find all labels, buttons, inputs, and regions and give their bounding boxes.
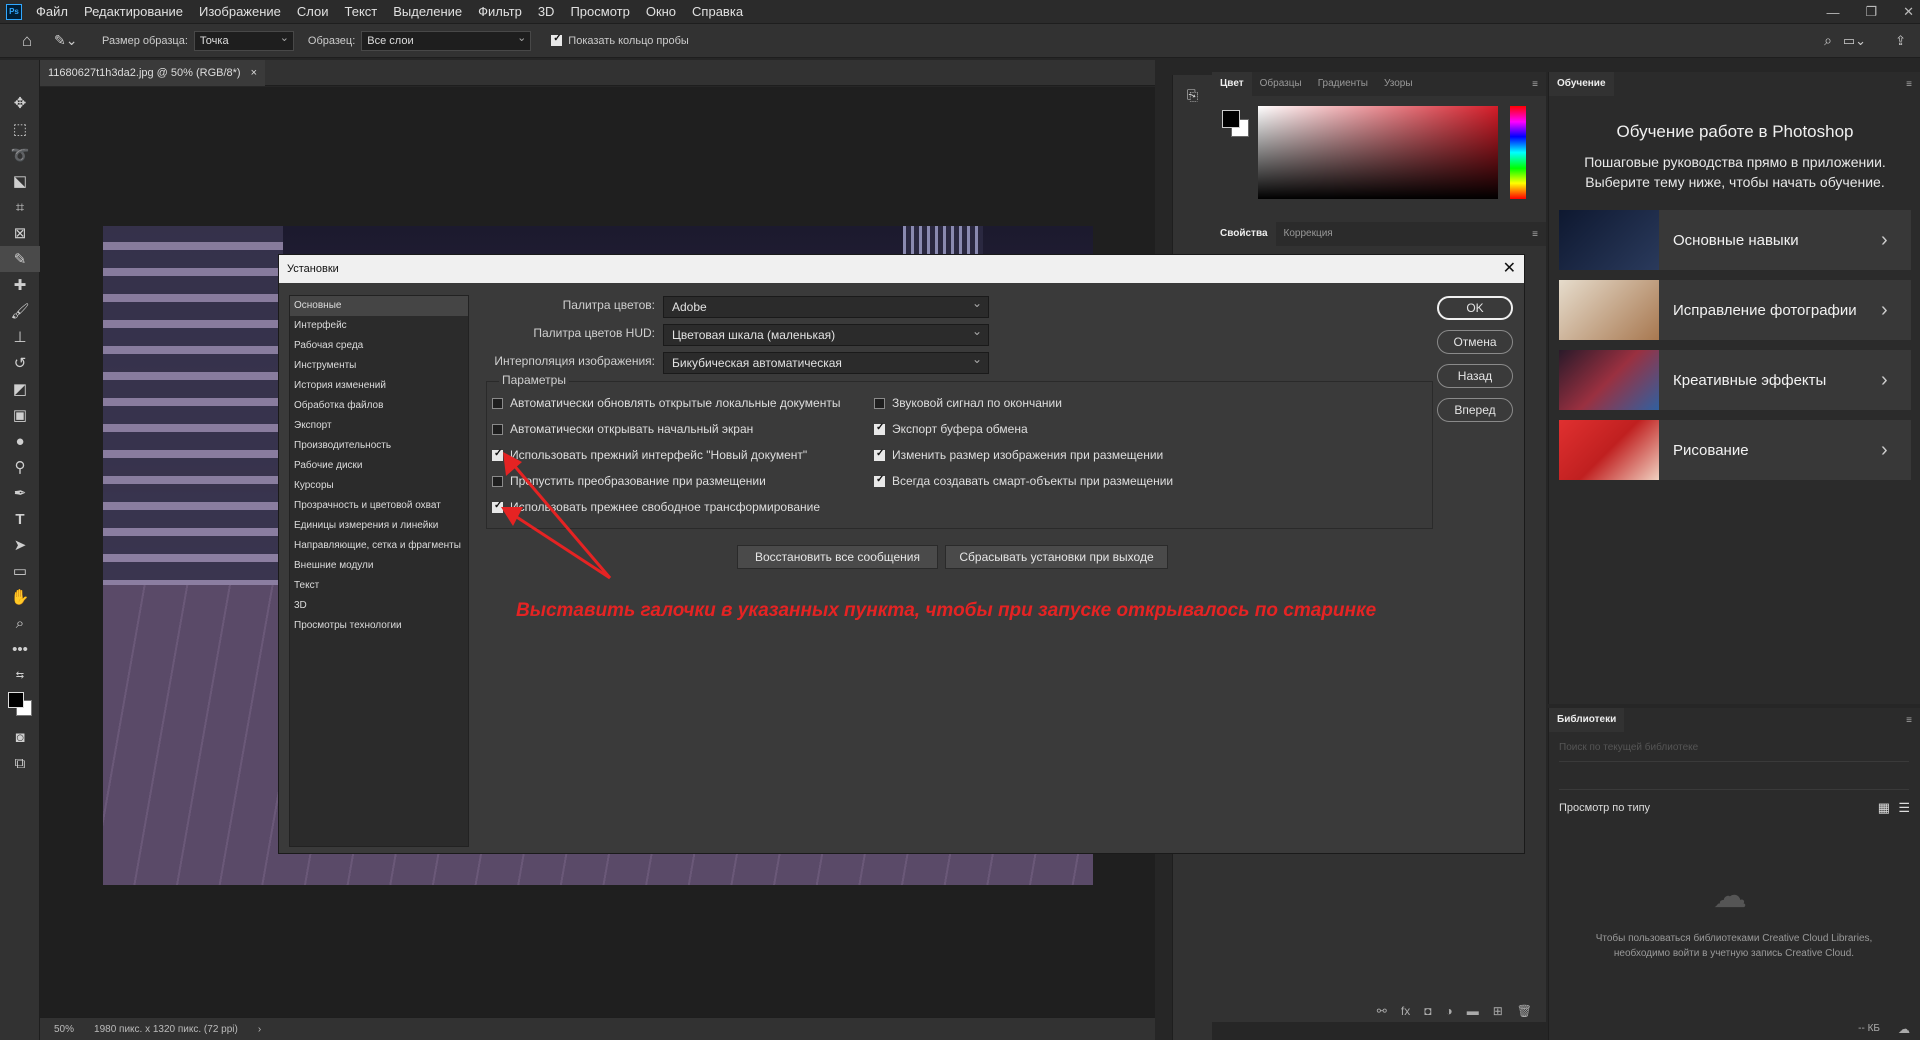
annotation-arrow-lower <box>511 512 611 580</box>
annotation-arrowhead-lower <box>501 507 523 526</box>
annotation-arrow-upper <box>510 462 612 579</box>
foreground-swatch[interactable] <box>8 692 24 708</box>
annotation-arrows <box>501 452 612 580</box>
